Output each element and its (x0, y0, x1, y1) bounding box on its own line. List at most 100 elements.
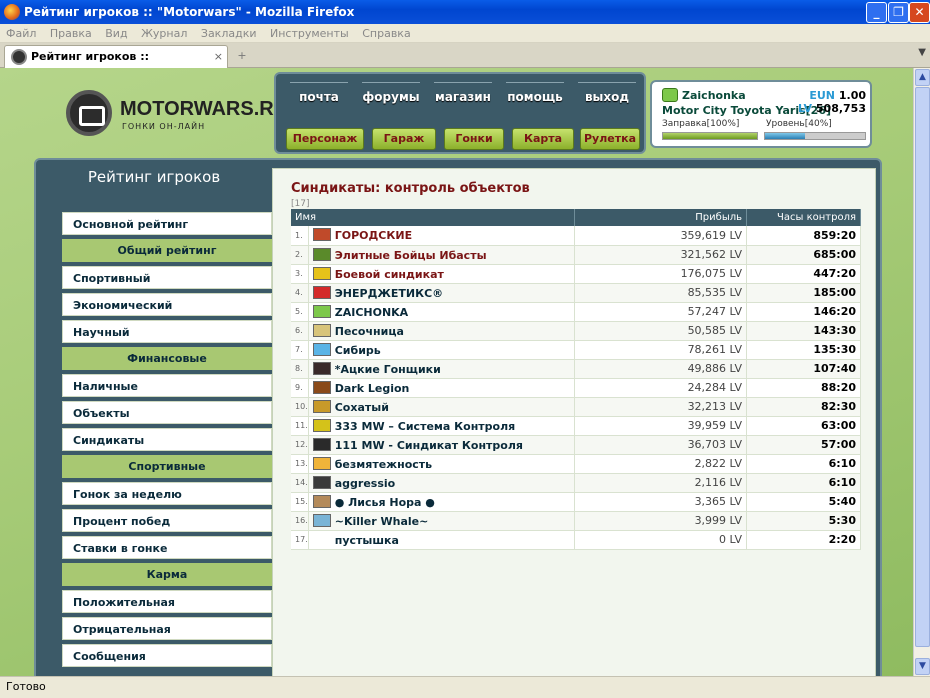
nav-map-button[interactable]: Карта (512, 128, 574, 150)
close-button[interactable]: ✕ (909, 2, 930, 23)
syndicate-emblem-icon (312, 437, 331, 451)
syndicate-name-link[interactable]: 111 MW - Синдикат Контроля (335, 439, 523, 452)
syndicate-name-link[interactable]: Элитные Бойцы Ибасты (335, 249, 487, 262)
nav-mail[interactable]: почта (284, 82, 354, 104)
sidebar-item[interactable]: Сообщения (62, 644, 272, 667)
sidebar-item[interactable]: Ставки в гонке (62, 536, 272, 559)
syndicate-name-link[interactable]: Dark Legion (335, 382, 410, 395)
profit-cell: 2,822 LV (574, 454, 747, 474)
minimize-button[interactable]: _ (866, 2, 887, 23)
tab-motorwars[interactable]: Рейтинг игроков :: "Motorwars" × (4, 45, 228, 85)
sidebar-item[interactable]: Экономический (62, 293, 272, 316)
sidebar-item[interactable]: Спортивный (62, 266, 272, 289)
column-hours-header[interactable]: Часы контроля (746, 209, 861, 226)
hours-cell: 57:00 (746, 435, 861, 455)
level-bar-fill (765, 133, 805, 139)
main-frame: Рейтинг игроков Основной рейтинг Общий ре… (34, 158, 882, 676)
row-rank: 4. (291, 283, 309, 303)
page-scrollbar[interactable]: ▲ ▼ (913, 68, 930, 676)
logo-subtitle: ГОНКИ ОН-ЛАЙН (122, 122, 206, 131)
menu-view[interactable]: Вид (105, 27, 127, 40)
menu-edit[interactable]: Правка (50, 27, 92, 40)
nav-races-button[interactable]: Гонки (444, 128, 504, 150)
syndicate-emblem-icon (312, 361, 331, 375)
scroll-down-icon[interactable]: ▼ (915, 658, 930, 675)
syndicate-name-link[interactable]: Сибирь (335, 344, 381, 357)
syndicate-name-link[interactable]: ГОРОДСКИЕ (335, 229, 412, 242)
nav-help[interactable]: помощь (500, 82, 570, 104)
syndicate-emblem-icon (312, 266, 331, 280)
sidebar-item[interactable]: Основной рейтинг (62, 212, 272, 235)
hours-cell: 6:10 (746, 473, 861, 493)
tab-list-chevron-icon[interactable]: ▼ (918, 47, 926, 58)
syndicate-name-link[interactable]: 333 MW – Система Контроля (335, 420, 516, 433)
nav-forums[interactable]: форумы (356, 82, 426, 104)
syndicate-name-link[interactable]: ~Killer Whale~ (335, 515, 429, 528)
menu-help[interactable]: Справка (362, 27, 410, 40)
syndicate-emblem-icon (312, 418, 331, 432)
syndicate-emblem-icon (662, 88, 678, 102)
level-bar (764, 132, 866, 140)
lv-balance: LV 508,753 (798, 102, 866, 115)
menu-bookmarks[interactable]: Закладки (201, 27, 257, 40)
syndicate-emblem-icon (312, 228, 331, 242)
tab-close-icon[interactable]: × (214, 46, 223, 68)
syndicate-name-link[interactable]: ● Лисья Нора ● (335, 496, 435, 509)
nav-exit[interactable]: выход (572, 82, 642, 104)
syndicate-name-link[interactable]: ЭНЕРДЖЕТИКС® (335, 287, 443, 300)
syndicate-cell: Сибирь (308, 340, 576, 360)
hours-cell: 2:20 (746, 530, 861, 550)
column-name-header[interactable]: Имя (291, 209, 575, 226)
column-profit-header[interactable]: Прибыль (574, 209, 747, 226)
sidebar-item[interactable]: Положительная (62, 590, 272, 613)
scrollbar-thumb[interactable] (915, 87, 930, 647)
logo-text: MOTORWARS.RU (120, 98, 289, 120)
syndicate-name-link[interactable]: безмятежность (335, 458, 432, 471)
profit-cell: 321,562 LV (574, 245, 747, 265)
hours-cell: 135:30 (746, 340, 861, 360)
sidebar-item[interactable]: Научный (62, 320, 272, 343)
menu-history[interactable]: Журнал (141, 27, 187, 40)
syndicate-name-link[interactable]: Боевой синдикат (335, 268, 444, 281)
syndicate-name-link[interactable]: пустышка (335, 534, 399, 547)
maximize-button[interactable]: ❐ (888, 2, 909, 23)
menu-file[interactable]: Файл (6, 27, 36, 40)
profit-cell: 2,116 LV (574, 473, 747, 493)
logo-wheel-icon (66, 90, 112, 136)
sidebar-item[interactable]: Синдикаты (62, 428, 272, 451)
table-row: 10. Сохатый 32,213 LV 82:30 (291, 397, 861, 417)
rating-sidebar: Основной рейтинг Общий рейтинг Спортивный Э… (62, 212, 272, 671)
sidebar-section-header: Общий рейтинг (62, 239, 272, 262)
nav-roulette-button[interactable]: Рулетка (580, 128, 640, 150)
syndicate-name-link[interactable]: Песочница (335, 325, 404, 338)
site-favicon-icon (11, 49, 27, 65)
sidebar-item[interactable]: Наличные (62, 374, 272, 397)
fuel-label: Заправка[100%] (662, 119, 740, 129)
sidebar-item[interactable]: Объекты (62, 401, 272, 424)
scroll-up-icon[interactable]: ▲ (915, 69, 930, 86)
syndicate-cell: ZAICHONKA (308, 302, 576, 322)
table-row: 2. Элитные Бойцы Ибасты 321,562 LV 685:00 (291, 245, 861, 265)
row-rank: 11. (291, 416, 309, 436)
syndicate-name-link[interactable]: *Ацкие Гонщики (335, 363, 441, 376)
user-panel: Zaichonka Motor City Toyota Yaris[26] EU… (650, 80, 872, 148)
menu-tools[interactable]: Инструменты (270, 27, 349, 40)
syndicate-cell: безмятежность (308, 454, 576, 474)
syndicate-name-link[interactable]: Сохатый (335, 401, 389, 414)
syndicate-name-link[interactable]: ZAICHONKA (335, 306, 408, 319)
nav-garage-button[interactable]: Гараж (372, 128, 436, 150)
row-rank: 1. (291, 226, 309, 246)
syndicate-cell: ~Killer Whale~ (308, 511, 576, 531)
row-rank: 14. (291, 473, 309, 493)
nav-shop[interactable]: магазин (428, 82, 498, 104)
profit-cell: 57,247 LV (574, 302, 747, 322)
nav-character-button[interactable]: Персонаж (286, 128, 364, 150)
sidebar-item[interactable]: Гонок за неделю (62, 482, 272, 505)
syndicate-name-link[interactable]: aggressio (335, 477, 395, 490)
sidebar-item[interactable]: Отрицательная (62, 617, 272, 640)
user-name[interactable]: Zaichonka (682, 89, 746, 102)
site-logo[interactable]: MOTORWARS.RU ГОНКИ ОН-ЛАЙН (66, 90, 288, 138)
new-tab-button[interactable]: + (232, 47, 252, 65)
table-row: 4. ЭНЕРДЖЕТИКС® 85,535 LV 185:00 (291, 283, 861, 303)
sidebar-item[interactable]: Процент побед (62, 509, 272, 532)
